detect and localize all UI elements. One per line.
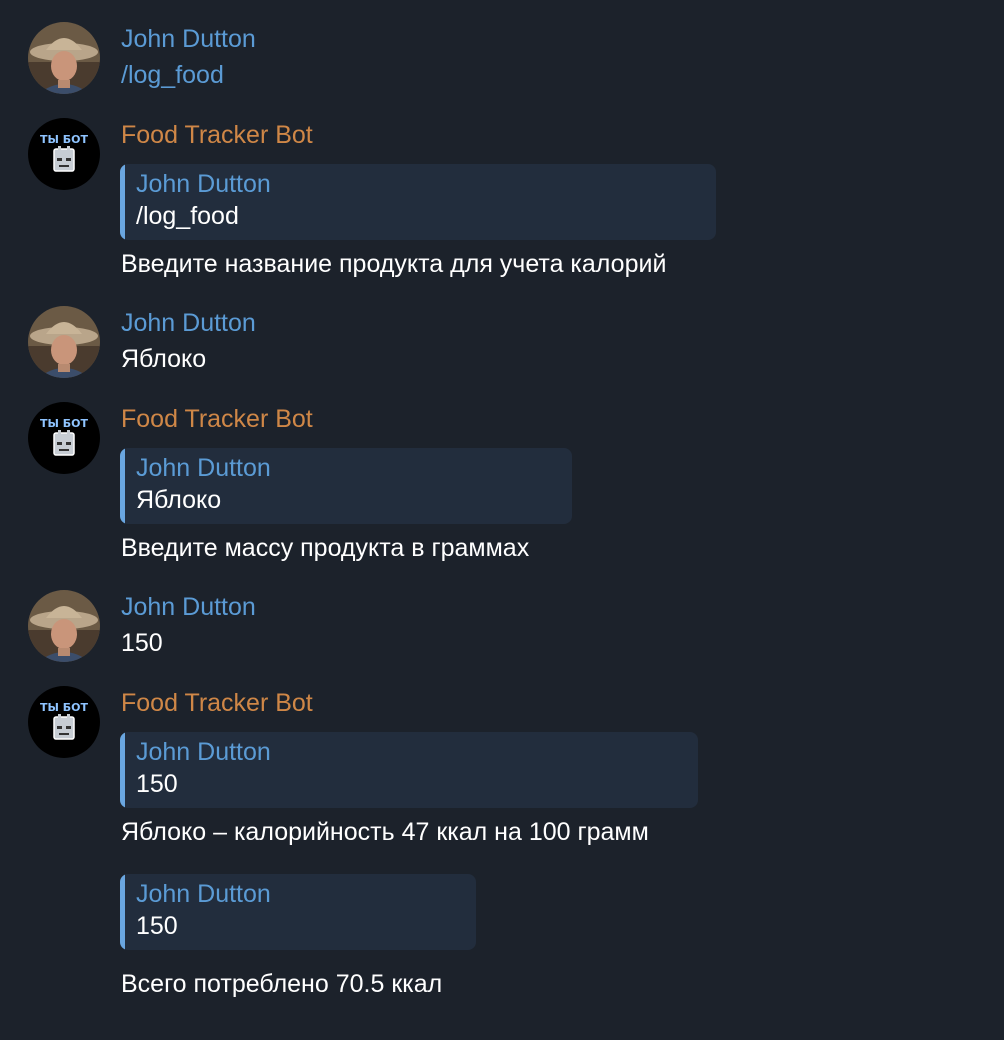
reply-quote[interactable]: John Dutton 150 [120,874,476,950]
sender-name[interactable]: John Dutton [121,308,256,338]
bot-avatar-icon: ТЫ БОТ [28,402,100,474]
reply-quote[interactable]: John Dutton /log_food [120,164,716,240]
reply-text: Яблоко [136,486,222,514]
reply-bar [120,448,125,524]
bot-avatar[interactable]: ТЫ БОТ [28,402,100,474]
cowboy-avatar-icon [28,590,100,662]
reply-bar [120,732,125,808]
reply-sender: John Dutton [136,454,271,482]
message-text: Яблоко [121,345,207,373]
reply-quote[interactable]: John Dutton Яблоко [120,448,572,524]
reply-sender: John Dutton [136,738,271,766]
reply-text: 150 [136,912,178,940]
message-text: Всего потреблено 70.5 ккал [121,970,443,998]
message-text: Введите название продукта для учета кало… [121,250,667,278]
svg-text:ТЫ БОТ: ТЫ БОТ [40,133,88,146]
chat-history: John Dutton /log_food ТЫ БОТ Food Tracke… [0,0,1004,1040]
bot-avatar[interactable]: ТЫ БОТ [28,686,100,758]
user-avatar[interactable] [28,22,100,94]
reply-text: /log_food [136,202,239,230]
user-avatar[interactable] [28,590,100,662]
svg-text:ТЫ БОТ: ТЫ БОТ [40,701,88,714]
reply-sender: John Dutton [136,880,271,908]
reply-sender: John Dutton [136,170,271,198]
reply-text: 150 [136,770,178,798]
message-text: Введите массу продукта в граммах [121,534,530,562]
reply-bar [120,874,125,950]
sender-name[interactable]: John Dutton [121,592,256,622]
sender-name[interactable]: Food Tracker Bot [121,404,313,434]
bot-avatar[interactable]: ТЫ БОТ [28,118,100,190]
reply-bar [120,164,125,240]
sender-name[interactable]: Food Tracker Bot [121,688,313,718]
sender-name[interactable]: John Dutton [121,24,256,54]
cowboy-avatar-icon [28,306,100,378]
sender-name[interactable]: Food Tracker Bot [121,120,313,150]
message-text: Яблоко – калорийность 47 ккал на 100 гра… [121,818,649,846]
svg-text:ТЫ БОТ: ТЫ БОТ [40,417,88,430]
command-link[interactable]: /log_food [121,60,224,90]
bot-avatar-icon: ТЫ БОТ [28,118,100,190]
reply-quote[interactable]: John Dutton 150 [120,732,698,808]
message-text: 150 [121,629,163,657]
bot-avatar-icon: ТЫ БОТ [28,686,100,758]
user-avatar[interactable] [28,306,100,378]
cowboy-avatar-icon [28,22,100,94]
